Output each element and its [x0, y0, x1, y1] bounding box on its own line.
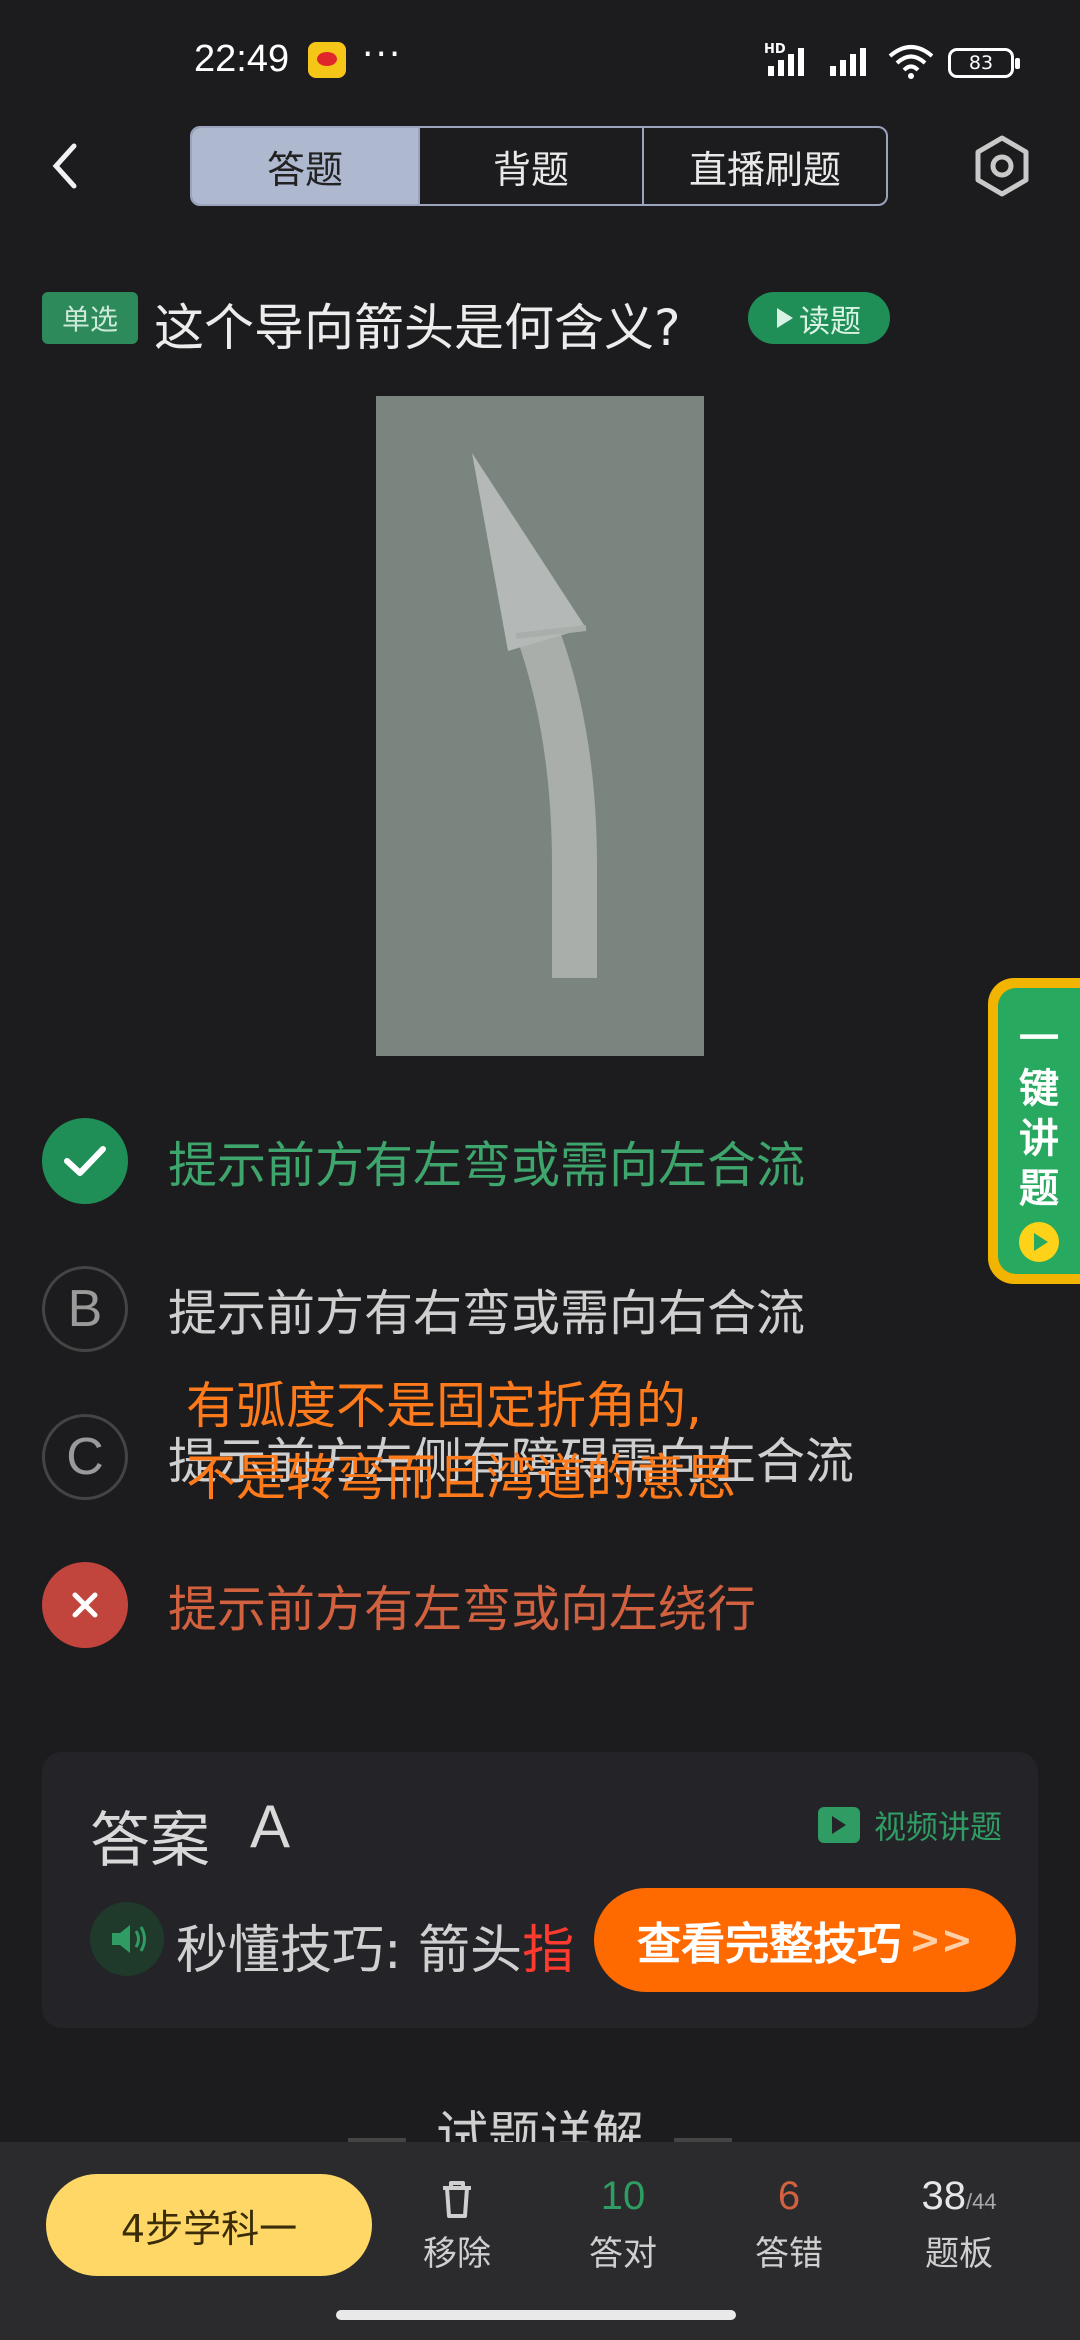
board-total: /44: [965, 2189, 997, 2214]
correct-count: 10: [600, 2174, 646, 2218]
video-icon: [817, 1807, 860, 1843]
option-marker: C: [42, 1414, 128, 1500]
option-b[interactable]: B 提示前方有右弯或需向右合流: [42, 1264, 1042, 1354]
option-text: 提示前方有右弯或需向右合流: [168, 1284, 806, 1342]
status-bar: 22:49 ··· HD 83: [0, 0, 1080, 120]
tab-answer[interactable]: 答题: [192, 128, 418, 204]
remove-label: 移除: [423, 2234, 491, 2274]
read-question-label: 读题: [799, 303, 861, 340]
correct-count-button[interactable]: 10 答对: [558, 2170, 688, 2275]
tab-memorize[interactable]: 背题: [418, 128, 642, 204]
quick-tip-text: 秒懂技巧: 箭头: [176, 1921, 523, 1981]
video-explain-label: 视频讲题: [873, 1808, 1002, 1846]
play-icon: [1019, 1222, 1059, 1262]
status-more: ···: [362, 34, 403, 75]
close-icon: [42, 1562, 128, 1648]
side-char: 一: [1019, 1016, 1059, 1062]
side-char: 键: [1019, 1066, 1059, 1112]
board-progress: 38/44: [894, 2170, 1024, 2222]
road-arrow-image: [376, 396, 704, 1056]
overlay-note: 有弧度不是固定折角的, 不是转弯而且湾道的意思: [186, 1370, 736, 1514]
wifi-icon: [888, 45, 934, 79]
question-type-badge: 单选: [42, 292, 138, 344]
chevron-left-icon[interactable]: [44, 136, 88, 196]
question-board-button[interactable]: 38/44 题板: [894, 2170, 1024, 2275]
overlay-note-line: 有弧度不是固定折角的,: [186, 1377, 702, 1435]
video-explain-link[interactable]: 视频讲题: [817, 1802, 1002, 1848]
chevron-right-icon: >>: [909, 1918, 973, 1962]
option-text: 提示前方有左弯或需向左合流: [168, 1136, 806, 1194]
option-marker: B: [42, 1266, 128, 1352]
side-char: 讲: [1019, 1116, 1059, 1162]
study-button[interactable]: 4步学科一: [46, 2174, 372, 2276]
side-char: 题: [1019, 1166, 1059, 1212]
view-full-tip-label: 查看完整技巧: [637, 1919, 902, 1970]
signal-icon: [830, 46, 866, 76]
mode-tabs: 答题 背题 直播刷题: [190, 126, 888, 206]
signal-icon: [768, 46, 804, 76]
read-question-button[interactable]: 读题: [748, 292, 890, 344]
quick-tip-highlight: 指: [522, 1921, 575, 1981]
answer-label: 答案: [90, 1806, 210, 1876]
tab-live-practice[interactable]: 直播刷题: [642, 128, 886, 204]
remove-button[interactable]: 移除: [392, 2170, 522, 2275]
quick-tip: 秒懂技巧: 箭头指: [176, 1908, 574, 1983]
check-icon: [42, 1118, 128, 1204]
answer-letter: A: [250, 1793, 291, 1860]
answer-card: 答案 A 视频讲题 秒懂技巧: 箭头指 查看完整技巧 >>: [42, 1752, 1038, 2028]
wrong-count-button[interactable]: 6 答错: [724, 2170, 854, 2275]
home-indicator[interactable]: [336, 2310, 736, 2320]
view-full-tip-button[interactable]: 查看完整技巧 >>: [594, 1888, 1016, 1992]
option-d[interactable]: 提示前方有左弯或向左绕行: [42, 1560, 1042, 1650]
speaker-icon[interactable]: [90, 1902, 164, 1976]
board-current: 38: [921, 2174, 966, 2218]
trash-icon: [392, 2170, 522, 2222]
play-icon: [777, 308, 793, 328]
gear-icon[interactable]: [970, 134, 1034, 198]
wrong-count: 6: [777, 2174, 801, 2218]
one-click-explain-button[interactable]: 一 键 讲 题: [988, 978, 1080, 1284]
option-a[interactable]: 提示前方有左弯或需向左合流: [42, 1116, 1042, 1206]
correct-label: 答对: [589, 2234, 657, 2274]
status-time: 22:49: [194, 38, 290, 80]
question-text: 这个导向箭头是何含义?: [154, 299, 681, 357]
weibo-icon: [308, 42, 346, 78]
wrong-label: 答错: [755, 2234, 823, 2274]
overlay-note-line: 不是转弯而且湾道的意思: [186, 1449, 736, 1507]
battery-indicator: 83: [948, 48, 1020, 78]
board-label: 题板: [925, 2234, 993, 2274]
option-text: 提示前方有左弯或向左绕行: [168, 1580, 757, 1638]
curved-arrow-icon: [472, 453, 597, 978]
